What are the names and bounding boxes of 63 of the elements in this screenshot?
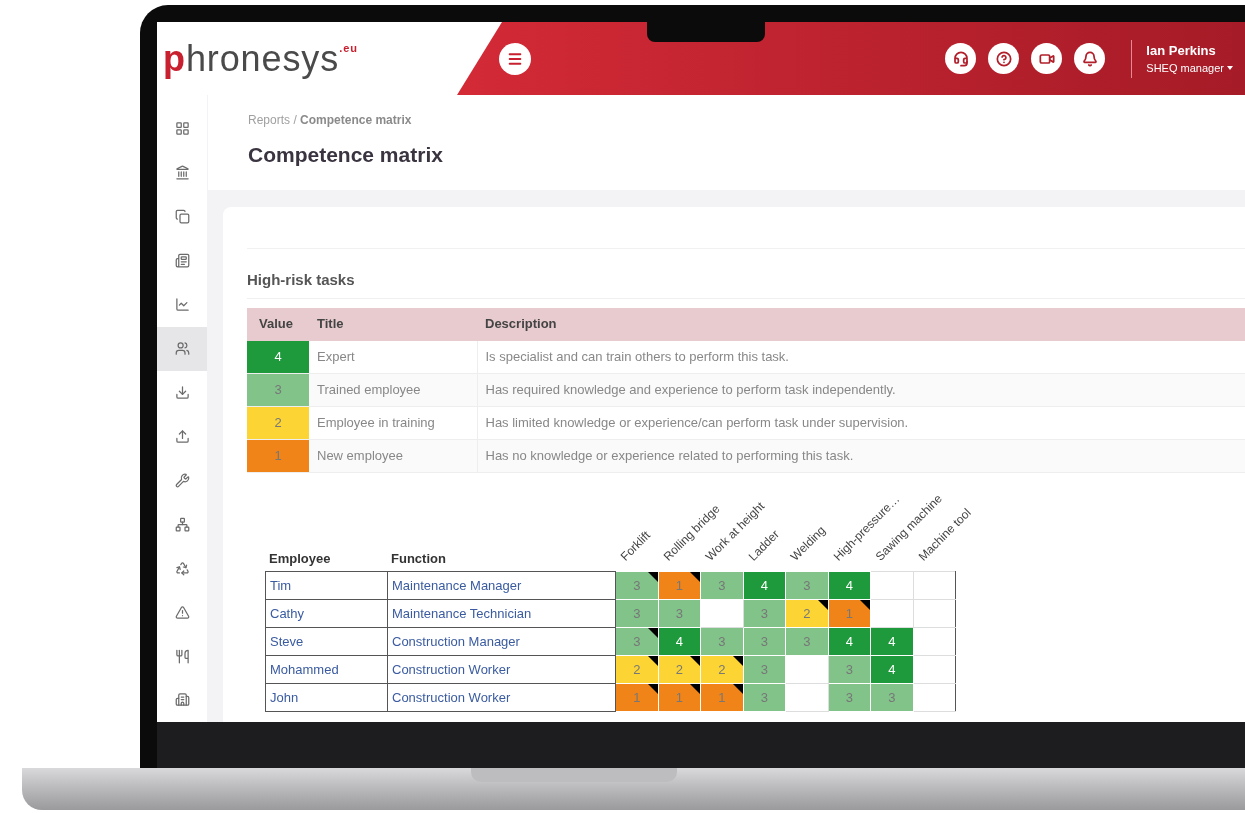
table-cell: Has no knowledge or experience related to performing this task.: [477, 439, 1245, 473]
value-cell: 2: [247, 406, 309, 440]
bell-icon: [1081, 50, 1098, 67]
grid-icon: [174, 121, 190, 137]
user-menu[interactable]: Ian Perkins SHEQ manager: [1146, 40, 1233, 77]
menu-icon: [507, 50, 523, 67]
employee-link[interactable]: John: [265, 683, 388, 712]
download-icon: [174, 385, 190, 400]
matrix-cell: 3: [700, 571, 743, 600]
table-cell: New employee: [309, 439, 477, 473]
page-title: Competence matrix: [248, 142, 444, 168]
matrix-cell: 4: [828, 571, 871, 600]
column-header: Value: [247, 307, 309, 341]
employee-link[interactable]: Tim: [265, 571, 388, 600]
help-button[interactable]: [988, 43, 1020, 74]
table-cell: Trained employee: [309, 373, 477, 407]
column-header: Description: [477, 307, 1245, 341]
table-cell: Has required knowledge and experience to perform task independently.: [477, 373, 1245, 407]
function-link[interactable]: Construction Worker: [387, 683, 616, 712]
building-icon: [174, 692, 190, 708]
employee-link[interactable]: Cathy: [265, 599, 388, 628]
matrix-cell: 4: [743, 571, 786, 600]
column-header: Function: [390, 549, 447, 568]
list-icon: [174, 253, 190, 269]
function-link[interactable]: Construction Manager: [387, 627, 616, 656]
video-button[interactable]: [1031, 43, 1063, 74]
employee-link[interactable]: Steve: [265, 627, 388, 656]
value-cell: 4: [247, 340, 309, 374]
upload-icon: [174, 428, 190, 444]
wrench-icon: [174, 472, 190, 488]
value-cell: 3: [247, 373, 309, 407]
column-header: Employee: [268, 549, 332, 568]
function-link[interactable]: Maintenance Manager: [387, 571, 616, 600]
bank-icon: [174, 165, 190, 181]
corner-flag-icon: [860, 600, 870, 610]
hierarchy-icon: [174, 516, 190, 532]
matrix-cell: 3: [615, 571, 658, 600]
caret-icon: [1227, 66, 1233, 71]
warning-icon: [174, 604, 190, 620]
table-cell: Employee in training: [309, 406, 477, 440]
matrix-cell: 3: [785, 571, 828, 600]
value-cell: 1: [247, 439, 309, 473]
headset-icon: [952, 50, 969, 67]
section-title: High-risk tasks: [247, 269, 1245, 299]
help-icon: [995, 50, 1012, 67]
table-cell: Has limited knowledge or experience/can perform task under supervision.: [477, 406, 1245, 440]
utensils-icon: [174, 648, 190, 664]
matrix-cell: 1: [658, 571, 701, 600]
copy-icon: [174, 209, 190, 225]
notifications-button[interactable]: [1074, 43, 1106, 74]
support-button[interactable]: [945, 43, 977, 74]
table-cell: Is specialist and can train others to perform this task.: [477, 340, 1245, 374]
menu-button[interactable]: [499, 42, 531, 75]
column-header: Title: [309, 307, 477, 341]
function-link[interactable]: Maintenance Technician: [387, 599, 616, 628]
employee-link[interactable]: Mohammed: [265, 655, 388, 684]
recycle-icon: [174, 560, 190, 576]
line-chart-icon: [174, 297, 190, 313]
breadcrumb: Reports / Competence matrix: [248, 112, 413, 129]
sidebar-item[interactable]: [157, 326, 207, 371]
users-icon: [174, 341, 190, 357]
function-link[interactable]: Construction Worker: [387, 655, 616, 684]
table-cell: Expert: [309, 340, 477, 374]
